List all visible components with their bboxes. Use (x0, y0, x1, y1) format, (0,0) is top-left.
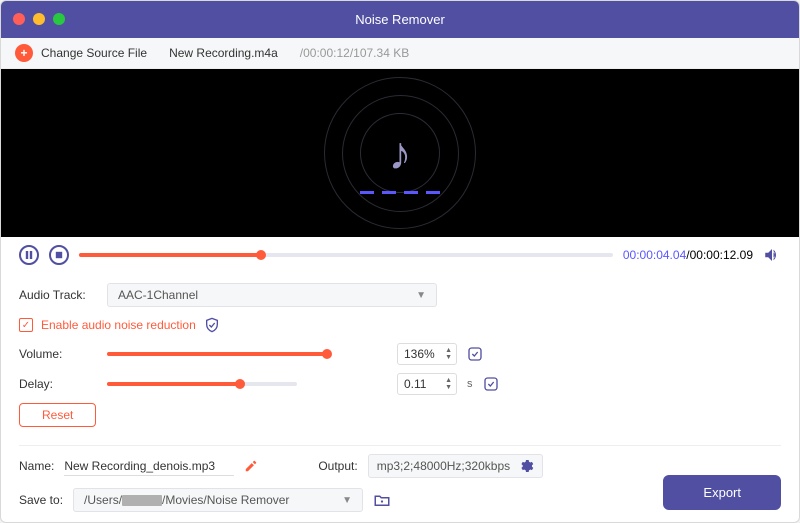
window-title: Noise Remover (1, 12, 799, 27)
audio-preview: ♪ (1, 69, 799, 237)
reset-row: Reset (19, 403, 781, 427)
volume-down-icon[interactable]: ▼ (445, 354, 452, 361)
current-time: 00:00:04.04 (623, 248, 686, 262)
delay-slider[interactable] (107, 382, 297, 386)
stop-button[interactable] (49, 245, 69, 265)
delay-unit: s (467, 378, 473, 390)
volume-slider[interactable] (107, 352, 327, 356)
settings-panel: Audio Track: AAC-1Channel ▼ ✓ Enable aud… (1, 271, 799, 439)
pencil-icon[interactable] (244, 459, 258, 473)
delay-up-icon[interactable]: ▲ (445, 377, 452, 384)
volume-up-icon[interactable]: ▲ (445, 347, 452, 354)
total-time: 00:00:12.09 (690, 248, 753, 262)
gear-icon[interactable] (518, 458, 534, 474)
seekbar-fill (79, 253, 261, 257)
noise-reduction-label: Enable audio noise reduction (41, 318, 196, 332)
output-format-value: mp3;2;48000Hz;320kbps (377, 459, 510, 473)
volume-slider-thumb[interactable] (322, 349, 332, 359)
save-path-value: /Users//Movies/Noise Remover (84, 493, 289, 507)
audio-track-select[interactable]: AAC-1Channel ▼ (107, 283, 437, 307)
reset-button[interactable]: Reset (19, 403, 96, 427)
waveform-placeholder: ♪ (325, 78, 475, 228)
export-button[interactable]: Export (663, 475, 781, 510)
delay-label: Delay: (19, 377, 97, 391)
noise-reduction-checkbox[interactable]: ✓ (19, 318, 33, 332)
source-fileinfo: /00:00:12/107.34 KB (300, 46, 409, 60)
change-source-button[interactable]: + Change Source File (15, 44, 147, 62)
pause-button[interactable] (19, 245, 39, 265)
chevron-down-icon: ▼ (416, 290, 426, 301)
window-maximize-button[interactable] (53, 13, 65, 25)
noise-reduction-row: ✓ Enable audio noise reduction (19, 317, 781, 333)
volume-row: Volume: 136% ▲▼ (19, 343, 781, 365)
output-label: Output: (318, 459, 357, 473)
name-label: Name: (19, 459, 54, 473)
output-panel: Name: Output: mp3;2;48000Hz;320kbps Save… (1, 452, 799, 522)
source-bar: + Change Source File New Recording.m4a /… (1, 38, 799, 69)
playback-time: 00:00:04.04/00:00:12.09 (623, 248, 753, 262)
titlebar: Noise Remover (1, 1, 799, 38)
beat-dashes (360, 191, 440, 194)
output-name-input[interactable] (64, 457, 234, 476)
source-filename: New Recording.m4a (169, 46, 278, 60)
delay-stepper[interactable]: 0.11 ▲▼ (397, 373, 457, 395)
folder-open-icon[interactable] (373, 491, 391, 509)
divider (19, 445, 781, 446)
window-close-button[interactable] (13, 13, 25, 25)
app-window: Noise Remover + Change Source File New R… (0, 0, 800, 523)
seekbar-thumb[interactable] (256, 250, 266, 260)
save-path-select[interactable]: /Users//Movies/Noise Remover ▼ (73, 488, 363, 512)
window-minimize-button[interactable] (33, 13, 45, 25)
volume-label: Volume: (19, 347, 97, 361)
window-controls (13, 13, 65, 25)
save-to-label: Save to: (19, 493, 63, 507)
speaker-icon[interactable] (763, 246, 781, 264)
playback-seekbar[interactable] (79, 253, 613, 257)
delay-down-icon[interactable]: ▼ (445, 384, 452, 391)
audio-track-value: AAC-1Channel (118, 288, 198, 302)
output-format-chip[interactable]: mp3;2;48000Hz;320kbps (368, 454, 543, 478)
delay-value: 0.11 (404, 377, 445, 391)
audio-track-label: Audio Track: (19, 288, 97, 302)
shield-check-icon (204, 317, 220, 333)
volume-stepper[interactable]: 136% ▲▼ (397, 343, 457, 365)
volume-value: 136% (404, 347, 445, 361)
delay-row: Delay: 0.11 ▲▼ s (19, 373, 781, 395)
music-note-icon: ♪ (389, 126, 412, 180)
playback-controls: 00:00:04.04/00:00:12.09 (1, 237, 799, 271)
delay-apply-icon[interactable] (483, 376, 499, 392)
redacted-username (122, 495, 162, 506)
plus-icon: + (15, 44, 33, 62)
delay-slider-thumb[interactable] (235, 379, 245, 389)
change-source-label: Change Source File (41, 46, 147, 60)
audio-track-row: Audio Track: AAC-1Channel ▼ (19, 283, 781, 307)
volume-apply-icon[interactable] (467, 346, 483, 362)
chevron-down-icon: ▼ (342, 495, 352, 506)
